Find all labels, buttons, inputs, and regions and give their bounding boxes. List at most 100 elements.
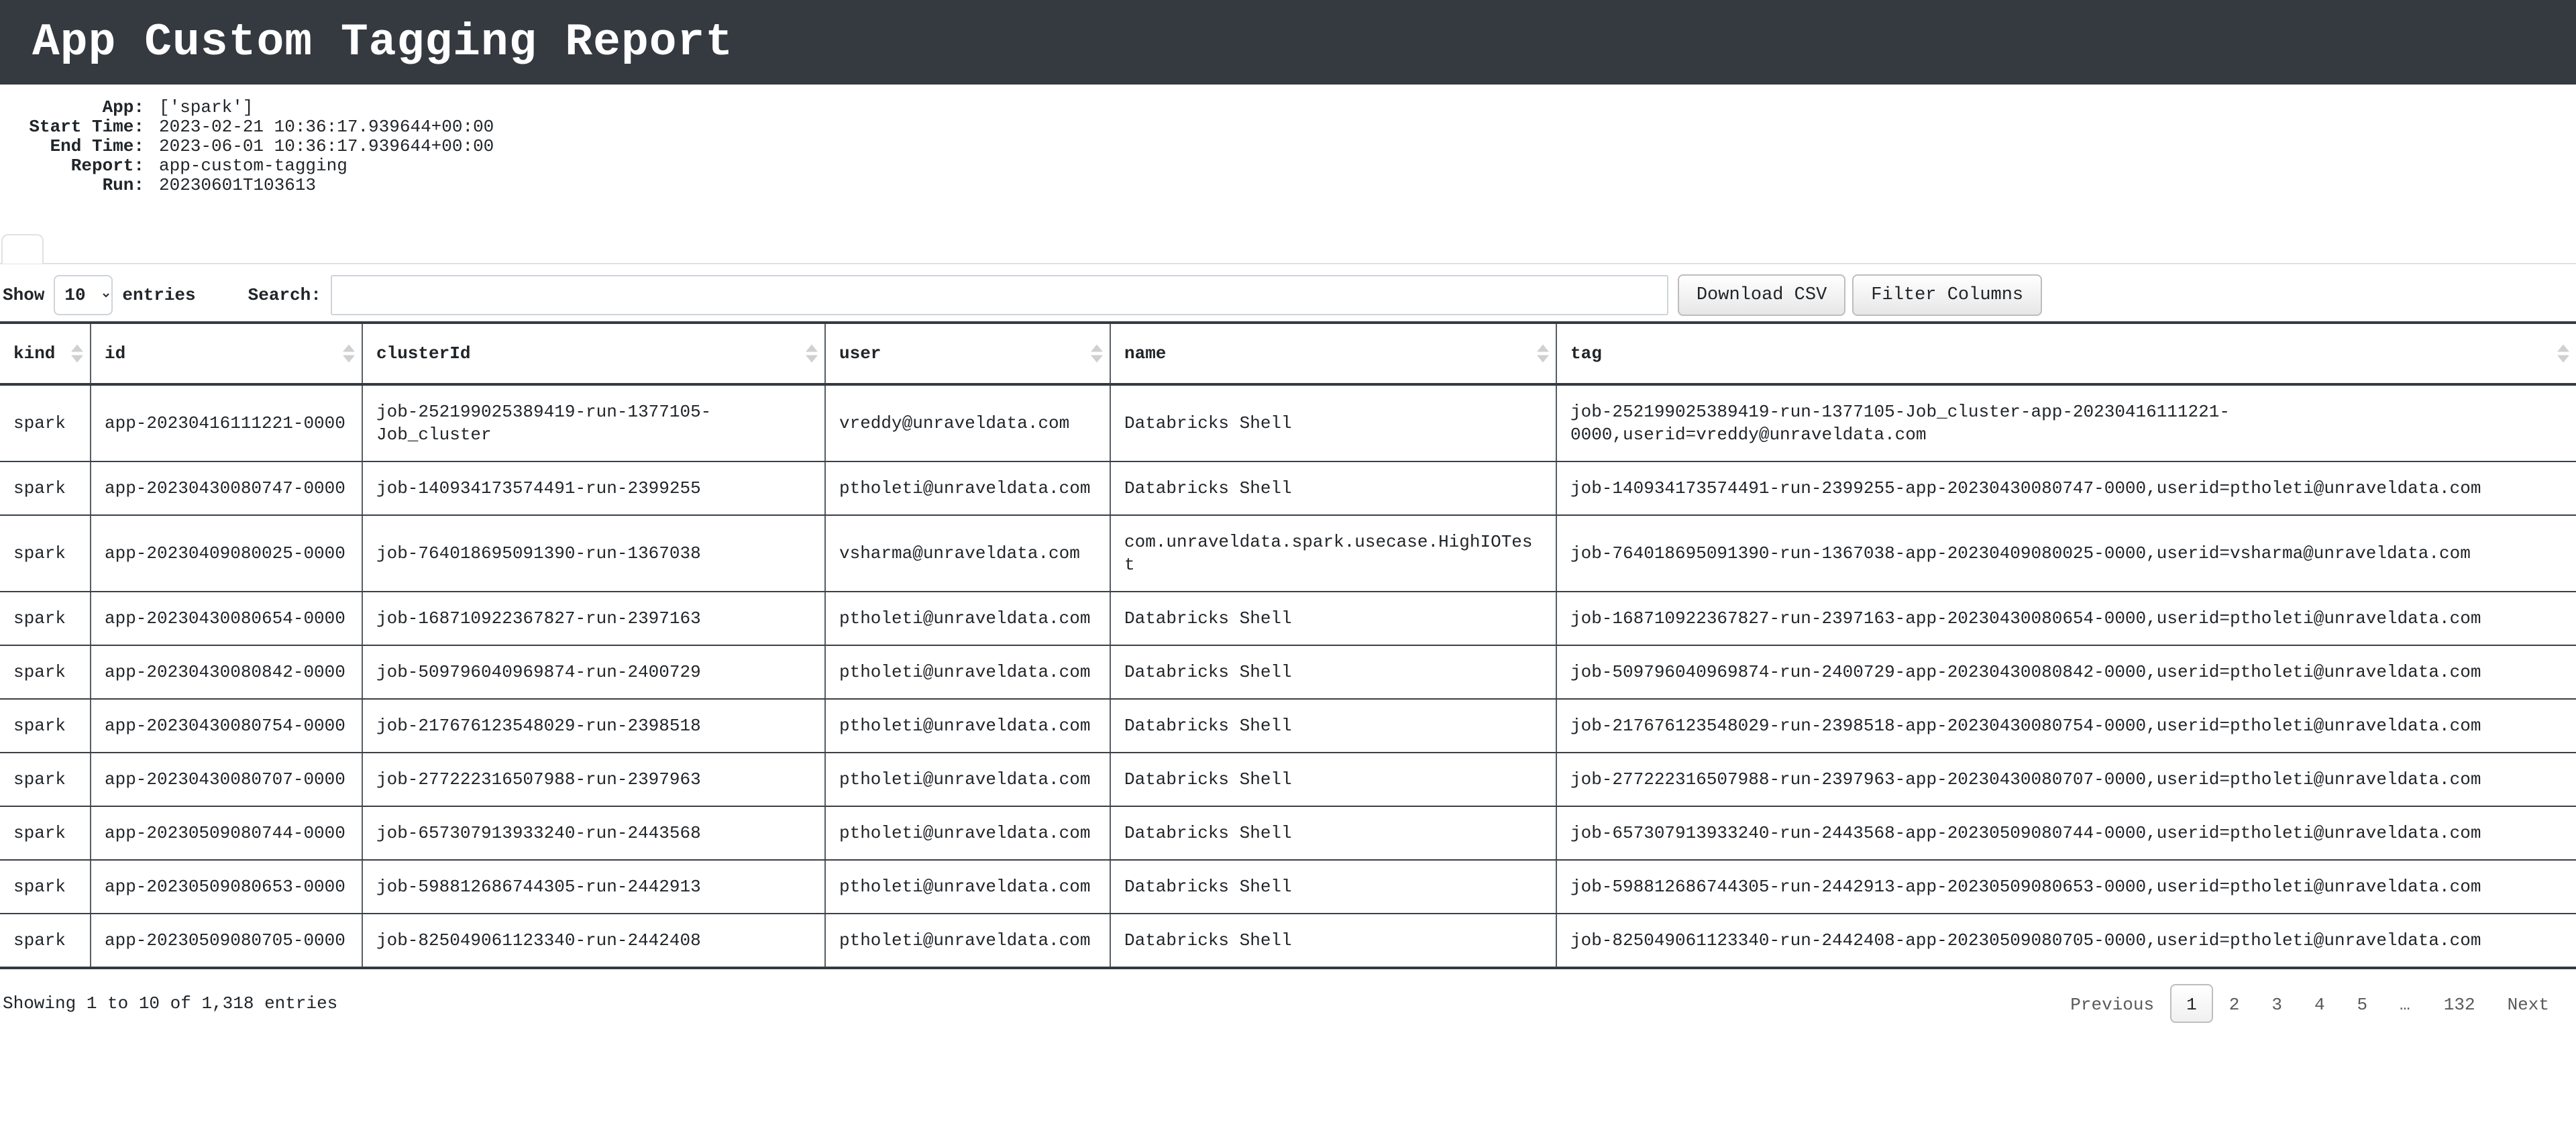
pagination-previous[interactable]: Previous xyxy=(2054,984,2170,1023)
cell-clusterId: job-140934173574491-run-2399255 xyxy=(362,461,826,516)
column-header-name[interactable]: name xyxy=(1110,321,1557,386)
cell-kind: spark xyxy=(0,806,91,861)
cell-id: app-20230509080744-0000 xyxy=(91,806,363,861)
column-header-clusterid[interactable]: clusterId xyxy=(362,321,826,386)
cell-kind: spark xyxy=(0,699,91,753)
cell-clusterId: job-217676123548029-run-2398518 xyxy=(362,699,826,753)
cell-kind: spark xyxy=(0,384,91,462)
metadata-row-start-time: Start Time: 2023-02-21 10:36:17.939644+0… xyxy=(0,117,2576,137)
cell-clusterId: job-657307913933240-run-2443568 xyxy=(362,806,826,861)
pagination-page-3[interactable]: 3 xyxy=(2255,984,2298,1023)
cell-clusterId: job-509796040969874-run-2400729 xyxy=(362,645,826,700)
table-controls: Show 10 25 50 100 entries Search: Downlo… xyxy=(0,269,2576,321)
metadata-value-report: app-custom-tagging xyxy=(159,156,347,176)
metadata-row-app: App: ['spark'] xyxy=(0,98,2576,117)
cell-kind: spark xyxy=(0,753,91,807)
pagination-next[interactable]: Next xyxy=(2491,984,2565,1023)
cell-name: Databricks Shell xyxy=(1110,806,1557,861)
cell-user: vreddy@unraveldata.com xyxy=(825,384,1111,462)
table-row: spark app-20230430080842-0000 job-50979604… xyxy=(0,645,2576,700)
cell-id: app-20230416111221-0000 xyxy=(91,384,363,462)
column-header-kind-label: kind xyxy=(13,343,56,364)
cell-tag: job-657307913933240-run-2443568-app-2023… xyxy=(1556,806,2576,861)
table-row: spark app-20230430080747-0000 job-14093417… xyxy=(0,461,2576,516)
cell-user: ptholeti@unraveldata.com xyxy=(825,860,1111,914)
table-row: spark app-20230430080707-0000 job-27722231… xyxy=(0,753,2576,807)
table-row: spark app-20230509080744-0000 job-65730791… xyxy=(0,806,2576,861)
pagination-ellipsis: … xyxy=(2400,995,2412,1015)
cell-name: Databricks Shell xyxy=(1110,699,1557,753)
tab-strip xyxy=(0,234,2576,269)
download-csv-button[interactable]: Download CSV xyxy=(1677,274,1846,316)
pagination: Previous 1 2 3 4 5 … 132 Next xyxy=(2054,984,2565,1023)
cell-tag: job-140934173574491-run-2399255-app-2023… xyxy=(1556,461,2576,516)
cell-kind: spark xyxy=(0,515,91,592)
cell-clusterId: job-168710922367827-run-2397163 xyxy=(362,592,826,646)
cell-kind: spark xyxy=(0,645,91,700)
pagination-page-1[interactable]: 1 xyxy=(2170,984,2213,1023)
cell-clusterId: job-252199025389419-run-1377105-Job_clus… xyxy=(362,384,826,462)
cell-id: app-20230430080707-0000 xyxy=(91,753,363,807)
cell-tag: job-252199025389419-run-1377105-Job_clus… xyxy=(1556,384,2576,462)
cell-tag: job-168710922367827-run-2397163-app-2023… xyxy=(1556,592,2576,646)
cell-kind: spark xyxy=(0,860,91,914)
cell-clusterId: job-598812686744305-run-2442913 xyxy=(362,860,826,914)
entries-label: entries xyxy=(122,285,196,305)
table-row: spark app-20230509080653-0000 job-59881268… xyxy=(0,860,2576,914)
pagination-page-5[interactable]: 5 xyxy=(2341,984,2384,1023)
cell-tag: job-217676123548029-run-2398518-app-2023… xyxy=(1556,699,2576,753)
cell-tag: job-825049061123340-run-2442408-app-2023… xyxy=(1556,914,2576,969)
column-header-tag[interactable]: tag xyxy=(1556,321,2576,386)
cell-id: app-20230409080025-0000 xyxy=(91,515,363,592)
table-header: kind id clusterId user name tag xyxy=(0,321,2576,386)
metadata-row-report: Report: app-custom-tagging xyxy=(0,156,2576,176)
cell-name: Databricks Shell xyxy=(1110,860,1557,914)
cell-id: app-20230430080654-0000 xyxy=(91,592,363,646)
cell-name: Databricks Shell xyxy=(1110,461,1557,516)
cell-name: Databricks Shell xyxy=(1110,384,1557,462)
cell-name: Databricks Shell xyxy=(1110,914,1557,969)
table-row: spark app-20230416111221-0000 job-25219902… xyxy=(0,384,2576,462)
metadata-label-report: Report: xyxy=(70,156,144,176)
column-header-clusterid-label: clusterId xyxy=(376,343,471,364)
pagination-page-2[interactable]: 2 xyxy=(2213,984,2256,1023)
column-header-name-label: name xyxy=(1124,343,1167,364)
cell-id: app-20230509080653-0000 xyxy=(91,860,363,914)
sort-arrows-icon xyxy=(2557,344,2569,363)
column-header-kind[interactable]: kind xyxy=(0,321,91,386)
sort-arrows-icon xyxy=(1091,344,1103,363)
report-header-bar: App Custom Tagging Report xyxy=(0,0,2576,85)
page-length-select[interactable]: 10 25 50 100 xyxy=(54,275,113,315)
cell-user: ptholeti@unraveldata.com xyxy=(825,914,1111,969)
column-header-user[interactable]: user xyxy=(825,321,1111,386)
sort-arrows-icon xyxy=(343,344,355,363)
pagination-page-4[interactable]: 4 xyxy=(2298,984,2341,1023)
cell-clusterId: job-764018695091390-run-1367038 xyxy=(362,515,826,592)
pagination-page-132[interactable]: 132 xyxy=(2428,984,2491,1023)
cell-tag: job-277222316507988-run-2397963-app-2023… xyxy=(1556,753,2576,807)
table-header-row: kind id clusterId user name tag xyxy=(0,321,2576,386)
search-label: Search: xyxy=(248,285,321,305)
column-header-id[interactable]: id xyxy=(91,321,363,386)
sort-arrows-icon xyxy=(806,344,818,363)
cell-user: ptholeti@unraveldata.com xyxy=(825,699,1111,753)
report-metadata: App: ['spark'] Start Time: 2023-02-21 10… xyxy=(0,85,2576,195)
metadata-value-app: ['spark'] xyxy=(159,97,254,117)
cell-clusterId: job-277222316507988-run-2397963 xyxy=(362,753,826,807)
filter-columns-button[interactable]: Filter Columns xyxy=(1852,274,2043,316)
metadata-value-start-time: 2023-02-21 10:36:17.939644+00:00 xyxy=(159,117,494,137)
table-body: spark app-20230416111221-0000 job-25219902… xyxy=(0,384,2576,969)
search-input[interactable] xyxy=(330,275,1668,315)
cell-id: app-20230430080747-0000 xyxy=(91,461,363,516)
tab-unlabeled[interactable] xyxy=(1,234,44,264)
cell-tag: job-509796040969874-run-2400729-app-2023… xyxy=(1556,645,2576,700)
table-row: spark app-20230409080025-0000 job-76401869… xyxy=(0,515,2576,592)
metadata-label-run: Run: xyxy=(102,175,144,195)
sort-arrows-icon xyxy=(71,344,83,363)
cell-user: ptholeti@unraveldata.com xyxy=(825,461,1111,516)
metadata-value-end-time: 2023-06-01 10:36:17.939644+00:00 xyxy=(159,136,494,156)
cell-name: Databricks Shell xyxy=(1110,753,1557,807)
metadata-label-end-time: End Time: xyxy=(50,136,144,156)
custom-tagging-table: kind id clusterId user name tag spark ap… xyxy=(0,321,2576,969)
table-action-buttons: Download CSV Filter Columns xyxy=(1677,274,2043,316)
